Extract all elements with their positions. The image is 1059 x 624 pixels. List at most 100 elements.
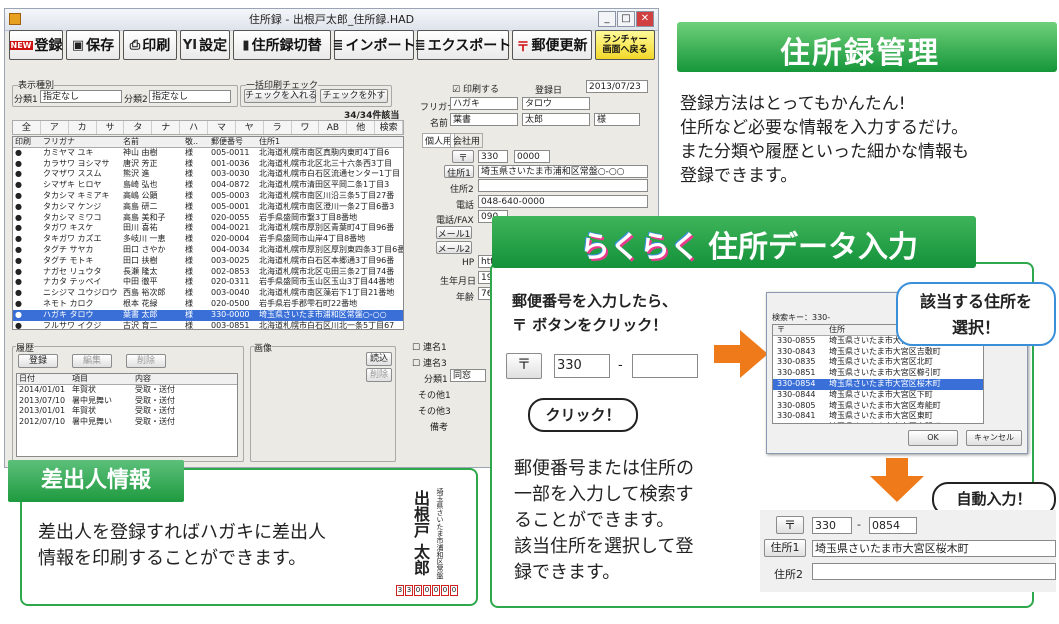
export-button[interactable]: ≣ エクスポート (415, 30, 511, 60)
tab-a[interactable]: ア (41, 121, 69, 134)
table-row[interactable]: ● ニシジマ ユウジロウ 西島 裕次郎 様 003-0040 北海道札幌市南区藻岩下1丁目… (13, 288, 403, 299)
result-zip-button[interactable]: 〒 (776, 516, 804, 534)
table-row[interactable]: ● ナガセ リュウタ 長瀬 隆太 様 002-0853 北海道札幌市北区屯田三条2丁目74… (13, 267, 403, 278)
tab-ta[interactable]: タ (124, 121, 153, 134)
tab-ab[interactable]: AB (319, 121, 348, 134)
tab-ha[interactable]: ハ (180, 121, 209, 134)
print-button[interactable]: ⎙ 印刷 (123, 30, 177, 60)
history-list[interactable]: 日付 項目 内容 2014/01/01 年賀状 受取・送付 2013/07/10 暑中見舞い… (16, 373, 238, 457)
table-row[interactable]: ● ナカタ テッペイ 中田 徹平 様 020-0311 岩手県盛岡市玉山区玉山3丁目44番… (13, 277, 403, 288)
table-row[interactable]: ● シマザキ ヒロヤ 島崎 弘也 様 004-0872 北海道札幌市清田区平岡二条1丁目3 (13, 180, 403, 191)
mail1-button[interactable]: メール1 (436, 226, 472, 240)
address1-input[interactable]: 埼玉県さいたま市浦和区常盤○-○○ (478, 165, 648, 178)
register-button[interactable]: NEW 登録 (9, 30, 63, 60)
table-row[interactable]: ● ネモト カロク 根本 花緑 様 020-0500 岩手県岩手郡雫石町22番地 (13, 299, 403, 310)
maximize-button[interactable]: □ (617, 11, 635, 27)
result-row[interactable]: 330-0844 埼玉県さいたま市大宮区下町 (773, 390, 983, 401)
history-register-button[interactable]: 登録 (18, 354, 58, 368)
save-button[interactable]: ▣ 保存 (66, 30, 120, 60)
zip2-input[interactable]: 0000 (514, 150, 550, 163)
result-zip2[interactable]: 0854 (869, 517, 917, 534)
category2-select[interactable]: 指定なし (149, 90, 231, 103)
result-address2[interactable] (812, 563, 1056, 580)
result-zip1[interactable]: 330 (812, 517, 852, 534)
tab-ka[interactable]: カ (69, 121, 97, 134)
history-row[interactable]: 2013/01/01 年賀状 受取・送付 (17, 406, 237, 417)
result-address1-button[interactable]: 住所1 (764, 539, 806, 557)
minimize-button[interactable]: _ (598, 11, 616, 27)
table-row[interactable]: ● タグチ モトキ 田口 扶樹 様 003-0025 北海道札幌市白石区本郷通3丁目96番 (13, 256, 403, 267)
demo-zip2-input[interactable] (632, 354, 698, 378)
honorific-select[interactable]: 様 (594, 113, 640, 126)
cell: 330-0844 (777, 389, 816, 399)
address-list[interactable]: 印刷 フリガナ 名前 敬.. 郵便番号 住所1 ● カミヤマ ユキ 神山 由樹様 005-001… (12, 136, 404, 330)
result-row[interactable]: 330-0854 埼玉県さいたま市大宮区桜木町 (773, 378, 983, 390)
history-row[interactable]: 2012/07/10 暑中見舞い 受取・送付 (17, 417, 237, 428)
tab-ra[interactable]: ラ (264, 121, 292, 134)
mail2-button[interactable]: メール2 (436, 241, 472, 255)
history-edit-button[interactable]: 編集 (72, 354, 112, 368)
result-row[interactable]: 330-0851 埼玉県さいたま市大宮区櫛引町 (773, 368, 983, 379)
settings-button[interactable]: ΥΙ 設定 (180, 30, 230, 60)
tab-search[interactable]: 検索 (375, 121, 404, 134)
zip-button[interactable]: 〒 (452, 150, 474, 164)
tab-other[interactable]: 他 (347, 121, 376, 134)
cell: 北海道札幌市厚別区厚別東四条3丁目6番 (259, 244, 404, 254)
other3-label: その他3 (418, 407, 451, 417)
name-first-input[interactable]: 太郎 (522, 113, 590, 126)
tel-input[interactable]: 048-640-0000 (478, 195, 648, 208)
cat1-select[interactable]: 同窓 (450, 369, 486, 382)
history-delete-button[interactable]: 削除 (126, 354, 166, 368)
joint3-checkbox[interactable]: ☐ 連名3 (412, 356, 447, 369)
table-row[interactable]: ● タカシマ ケンジ 高島 研二 様 005-0001 北海道札幌市南区澄川一条2丁目6番… (13, 202, 403, 213)
table-row[interactable]: ● タガワ キスケ 田川 喜祐 様 004-0021 北海道札幌市厚別区青葉町4丁目96番 (13, 223, 403, 234)
name-last-input[interactable]: 葉書 (450, 113, 518, 126)
table-row[interactable]: ● タカシマ キミアキ 高嶋 公顕 様 005-0003 北海道札幌市南区川沿三条5丁目2… (13, 191, 403, 202)
history-row[interactable]: 2014/01/01 年賀状 受取・送付 (17, 385, 237, 396)
dialog-cancel-button[interactable]: キャンセル (966, 430, 1022, 446)
tab-na[interactable]: ナ (152, 121, 181, 134)
kana-first-input[interactable]: タロウ (522, 97, 590, 110)
close-button[interactable]: ✕ (636, 11, 654, 27)
table-row[interactable]: ● タキガワ カズエ 多岐川 一恵 様 020-0004 岩手県盛岡市山岸4丁目8番地 (13, 234, 403, 245)
table-row[interactable]: ● カミヤマ ユキ 神山 由樹 様 005-0011 北海道札幌市南区真駒内東町4丁目6 (13, 148, 403, 159)
kana-last-input[interactable]: ハガキ (450, 97, 518, 110)
tab-sa[interactable]: サ (97, 121, 125, 134)
image-delete-button[interactable]: 削除 (366, 368, 392, 382)
result-row[interactable]: 330-0805 埼玉県さいたま市大宮区寿能町 (773, 401, 983, 412)
history-row[interactable]: 2013/07/10 暑中見舞い 受取・送付 (17, 396, 237, 407)
postal-update-button[interactable]: 〒郵便更新 (512, 30, 592, 60)
check-all-button[interactable]: チェックを入れる (244, 89, 317, 103)
table-row[interactable]: ● タカシマ ミワコ 高島 美和子 様 020-0055 岩手県盛岡市繋3丁目8番地 (13, 213, 403, 224)
demo-zip1-input[interactable]: 330 (554, 354, 610, 378)
zip1-input[interactable]: 330 (478, 150, 508, 163)
tab-all[interactable]: 全 (13, 121, 41, 134)
tab-company[interactable]: 会社用 (450, 133, 484, 148)
result-address1[interactable]: 埼玉県さいたま市大宮区桜木町 (812, 540, 1056, 557)
result-row[interactable]: 330-0841 埼玉県さいたま市大宮区東町 (773, 411, 983, 422)
tab-ya[interactable]: ヤ (236, 121, 264, 134)
tab-wa[interactable]: ワ (292, 121, 320, 134)
joint1-checkbox[interactable]: ☐ 連名1 (412, 340, 447, 353)
table-row[interactable]: ● タグチ サヤカ 田口 さやか 様 004-0034 北海道札幌市厚別区厚別東四条3丁目… (13, 245, 403, 256)
switch-book-button[interactable]: ▮ 住所録切替 (233, 30, 331, 60)
demo-zip-button[interactable]: 〒 (506, 353, 542, 379)
table-row[interactable]: ● カラサワ ヨシマサ 唐沢 芳正 様 001-0036 北海道札幌市北区北三十六条西3丁… (13, 159, 403, 170)
address2-input[interactable] (478, 179, 648, 192)
address1-button[interactable]: 住所1 (444, 165, 474, 179)
tab-ma[interactable]: マ (208, 121, 236, 134)
uncheck-all-button[interactable]: チェックを外す (320, 89, 388, 103)
print-checkbox[interactable]: ☑ 印刷する (452, 82, 499, 95)
table-row[interactable]: ● フルサワ イクジ 古沢 育二 様 003-0851 北海道札幌市白石区川北一条5丁目6… (13, 321, 403, 329)
result-row[interactable]: 330-0835 埼玉県さいたま市大宮区北町 (773, 357, 983, 368)
cell: 330-0846 (777, 422, 816, 423)
result-row[interactable]: 330-0843 埼玉県さいたま市大宮区吉敷町 (773, 347, 983, 358)
category1-select[interactable]: 指定なし (40, 90, 122, 103)
import-button[interactable]: ≣ インポート (333, 30, 415, 60)
launcher-button[interactable]: ランチャー 画面へ戻る (595, 30, 655, 60)
table-row[interactable]: ● クマザワ ススム 熊沢 進 様 003-0030 北海道札幌市白石区流通センター1丁目 (13, 169, 403, 180)
table-row[interactable]: ● ハガキ タロウ 葉書 太郎 様 330-0000 埼玉県さいたま市浦和区常盤○-○○ (13, 309, 403, 321)
dialog-ok-button[interactable]: OK (908, 430, 958, 446)
image-read-button[interactable]: 読込 (366, 352, 392, 366)
result-row[interactable]: 330-0846 埼玉県さいたま市大宮区大門町 (773, 422, 983, 423)
